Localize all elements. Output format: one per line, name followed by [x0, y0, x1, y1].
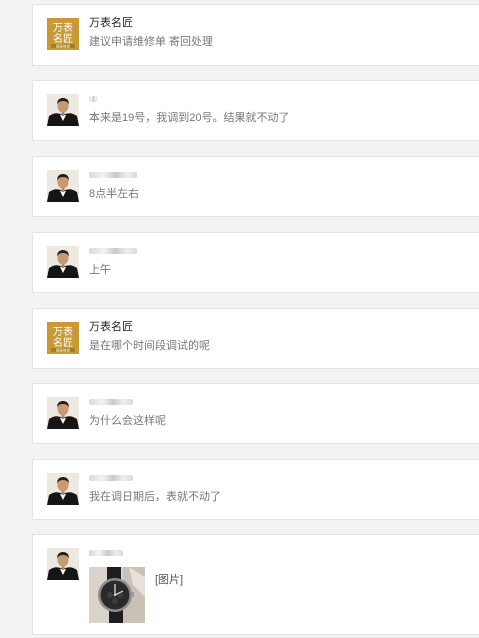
message-card[interactable]: 本来是19号，我调到20号。结果就不动了: [32, 80, 479, 141]
message-card[interactable]: 我在调日期后，表就不动了: [32, 459, 479, 520]
watch-photo[interactable]: [89, 567, 145, 623]
sender-name: 万表名匠: [89, 17, 133, 29]
sender-name-redacted: [89, 395, 133, 409]
user-avatar: [47, 246, 79, 278]
message-text: 本来是19号，我调到20号。结果就不动了: [89, 112, 290, 124]
message-text: 建议申请维修单 寄回处理: [89, 36, 214, 48]
message-text: 我在调日期后，表就不动了: [89, 491, 221, 503]
message-card[interactable]: 万表 名匠 腕表维修 万表名匠 建议申请维修单 寄回处理: [32, 4, 479, 66]
sender-name: 万表名匠: [89, 321, 133, 333]
message-text: 8点半左右: [89, 188, 140, 200]
message-card[interactable]: 8点半左右: [32, 156, 479, 217]
message-card[interactable]: 万表 名匠 腕表维修 万表名匠 是在哪个时间段调试的呢: [32, 308, 479, 369]
user-avatar: [47, 473, 79, 505]
sender-name-redacted: [89, 244, 137, 258]
sender-name-redacted: [89, 471, 133, 485]
svg-text:名匠: 名匠: [53, 32, 73, 45]
message-card[interactable]: [图片]: [32, 534, 479, 635]
message-card[interactable]: 上午: [32, 232, 479, 293]
message-card[interactable]: 为什么会这样呢: [32, 383, 479, 444]
user-avatar: [47, 548, 79, 580]
message-text: 上午: [89, 264, 111, 276]
svg-text:腕表维修: 腕表维修: [56, 44, 70, 49]
user-avatar: [47, 397, 79, 429]
brand-avatar: 万表 名匠 腕表维修: [47, 18, 79, 50]
brand-avatar: 万表 名匠 腕表维修: [47, 322, 79, 354]
message-text: 为什么会这样呢: [89, 415, 166, 427]
user-avatar: [47, 94, 79, 126]
svg-text:腕表维修: 腕表维修: [56, 348, 70, 353]
user-avatar: [47, 170, 79, 202]
sender-name-redacted: [89, 546, 123, 560]
svg-text:万表: 万表: [53, 325, 73, 338]
svg-text:万表: 万表: [53, 21, 73, 34]
image-placeholder-label: [图片]: [155, 574, 184, 586]
message-text: 是在哪个时间段调试的呢: [89, 340, 210, 352]
sender-name-redacted: [89, 92, 97, 106]
svg-text:名匠: 名匠: [53, 336, 73, 349]
sender-name-redacted: [89, 168, 137, 182]
